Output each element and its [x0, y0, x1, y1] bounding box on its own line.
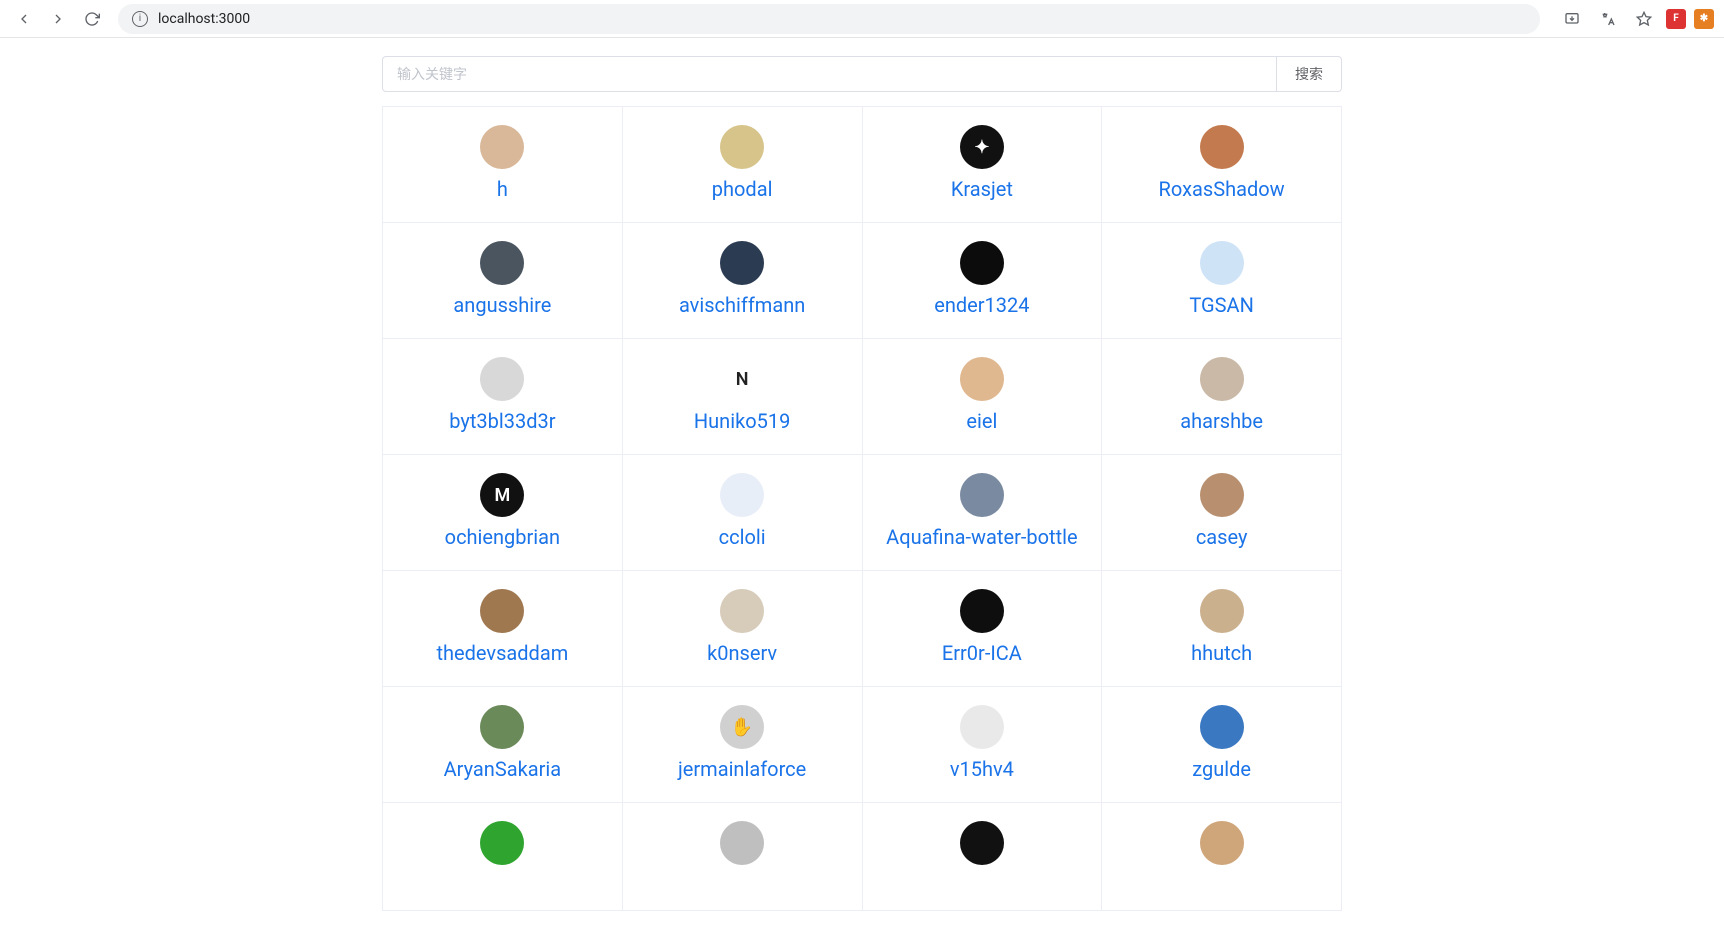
user-card[interactable]: Aquafina-water-bottle: [863, 455, 1103, 571]
username-link[interactable]: aharshbe: [1180, 409, 1263, 434]
username-link[interactable]: RoxasShadow: [1159, 177, 1285, 202]
avatar: ✋: [720, 705, 764, 749]
avatar: ✦: [960, 125, 1004, 169]
avatar: M: [480, 473, 524, 517]
user-card[interactable]: [383, 803, 623, 911]
extension-1-icon[interactable]: F: [1666, 9, 1686, 29]
username-link[interactable]: h: [497, 177, 508, 202]
user-card[interactable]: N Huniko519: [623, 339, 863, 455]
username-link[interactable]: phodal: [712, 177, 773, 202]
user-card[interactable]: avischiffmann: [623, 223, 863, 339]
username-link[interactable]: v15hv4: [950, 757, 1014, 782]
avatar: [1200, 357, 1244, 401]
avatar: [960, 241, 1004, 285]
avatar: [480, 589, 524, 633]
avatar: [480, 821, 524, 865]
user-card[interactable]: hhutch: [1102, 571, 1342, 687]
username-link[interactable]: thedevsaddam: [436, 641, 568, 666]
site-info-icon[interactable]: i: [132, 11, 148, 27]
avatar: [720, 125, 764, 169]
username-link[interactable]: zgulde: [1192, 757, 1251, 782]
address-bar[interactable]: i localhost:3000: [118, 4, 1540, 34]
url-text: localhost:3000: [158, 11, 250, 27]
avatar: [960, 705, 1004, 749]
extension-2-icon[interactable]: ✱: [1694, 9, 1714, 29]
browser-chrome: i localhost:3000 F ✱: [0, 0, 1724, 38]
user-card[interactable]: byt3bl33d3r: [383, 339, 623, 455]
avatar: N: [720, 357, 764, 401]
avatar: [960, 357, 1004, 401]
avatar: [720, 821, 764, 865]
username-link[interactable]: Huniko519: [694, 409, 790, 434]
back-button[interactable]: [10, 5, 38, 33]
username-link[interactable]: AryanSakaria: [444, 757, 562, 782]
username-link[interactable]: ender1324: [934, 293, 1029, 318]
user-card[interactable]: ✋ jermainlaforce: [623, 687, 863, 803]
username-link[interactable]: Err0r-ICA: [942, 641, 1022, 666]
user-card[interactable]: TGSAN: [1102, 223, 1342, 339]
avatar: [1200, 241, 1244, 285]
avatar: [960, 589, 1004, 633]
avatar: [1200, 473, 1244, 517]
username-link[interactable]: casey: [1196, 525, 1248, 550]
username-link[interactable]: Aquafina-water-bottle: [886, 525, 1077, 550]
avatar: [1200, 589, 1244, 633]
username-link[interactable]: avischiffmann: [679, 293, 805, 318]
page-content: 搜索 h phodal ✦ Krasjet RoxasShadow angusshire a…: [362, 38, 1362, 951]
user-card[interactable]: k0nserv: [623, 571, 863, 687]
user-card[interactable]: [863, 803, 1103, 911]
user-card[interactable]: zgulde: [1102, 687, 1342, 803]
username-link[interactable]: eiel: [966, 409, 997, 434]
username-link[interactable]: jermainlaforce: [678, 757, 806, 782]
install-app-icon[interactable]: [1558, 5, 1586, 33]
forward-button[interactable]: [44, 5, 72, 33]
user-card[interactable]: [623, 803, 863, 911]
user-card[interactable]: ender1324: [863, 223, 1103, 339]
username-link[interactable]: ccloli: [719, 525, 766, 550]
avatar: [480, 705, 524, 749]
user-card[interactable]: thedevsaddam: [383, 571, 623, 687]
avatar: [720, 241, 764, 285]
user-card[interactable]: ccloli: [623, 455, 863, 571]
user-card[interactable]: ✦ Krasjet: [863, 107, 1103, 223]
user-card[interactable]: angusshire: [383, 223, 623, 339]
user-card[interactable]: h: [383, 107, 623, 223]
search-input[interactable]: [382, 56, 1277, 92]
user-card[interactable]: casey: [1102, 455, 1342, 571]
user-card[interactable]: RoxasShadow: [1102, 107, 1342, 223]
username-link[interactable]: byt3bl33d3r: [449, 409, 555, 434]
user-card[interactable]: [1102, 803, 1342, 911]
avatar: [480, 357, 524, 401]
avatar: [960, 821, 1004, 865]
bookmark-star-icon[interactable]: [1630, 5, 1658, 33]
avatar: [480, 125, 524, 169]
username-link[interactable]: Krasjet: [951, 177, 1013, 202]
search-row: 搜索: [382, 56, 1342, 92]
username-link[interactable]: TGSAN: [1189, 293, 1253, 318]
translate-icon[interactable]: [1594, 5, 1622, 33]
avatar: [720, 473, 764, 517]
user-card[interactable]: aharshbe: [1102, 339, 1342, 455]
avatar: [480, 241, 524, 285]
avatar: [720, 589, 764, 633]
user-card[interactable]: Err0r-ICA: [863, 571, 1103, 687]
toolbar-right: F ✱: [1558, 5, 1714, 33]
reload-button[interactable]: [78, 5, 106, 33]
user-card[interactable]: Mochiengbrian: [383, 455, 623, 571]
user-grid: h phodal ✦ Krasjet RoxasShadow angusshire avis…: [382, 106, 1342, 911]
avatar: [960, 473, 1004, 517]
avatar: [1200, 125, 1244, 169]
search-button[interactable]: 搜索: [1277, 56, 1342, 92]
avatar: [1200, 705, 1244, 749]
avatar: [1200, 821, 1244, 865]
user-card[interactable]: v15hv4: [863, 687, 1103, 803]
user-card[interactable]: phodal: [623, 107, 863, 223]
username-link[interactable]: hhutch: [1191, 641, 1252, 666]
username-link[interactable]: k0nserv: [707, 641, 777, 666]
username-link[interactable]: ochiengbrian: [445, 525, 560, 550]
user-card[interactable]: eiel: [863, 339, 1103, 455]
user-card[interactable]: AryanSakaria: [383, 687, 623, 803]
username-link[interactable]: angusshire: [453, 293, 551, 318]
